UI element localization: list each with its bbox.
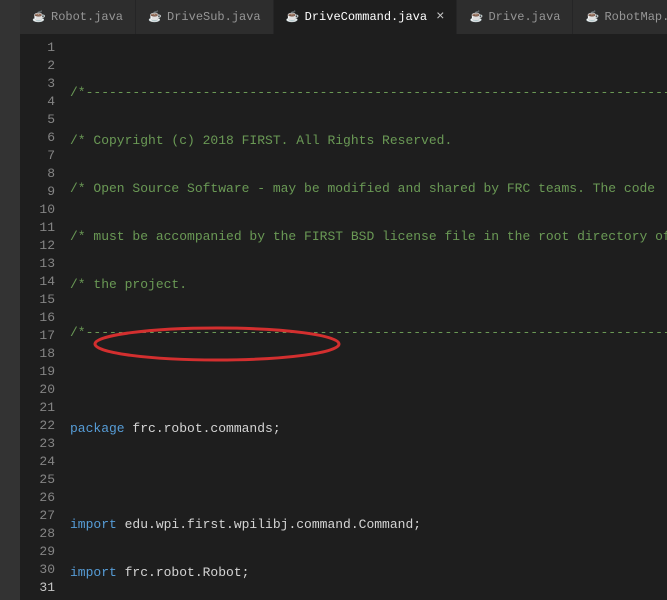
tab-drivesub[interactable]: ☕ DriveSub.java bbox=[136, 0, 274, 34]
tab-label: Drive.java bbox=[488, 10, 560, 24]
activity-bar[interactable] bbox=[0, 0, 20, 600]
line-gutter: 1 2 3 4 5 6 7 8 9 10 11 12 13 14 15 16 1… bbox=[20, 35, 70, 600]
tab-label: DriveSub.java bbox=[167, 10, 261, 24]
java-icon: ☕ bbox=[585, 10, 599, 24]
tab-label: Robot.java bbox=[51, 10, 123, 24]
close-icon[interactable]: × bbox=[436, 10, 444, 24]
comment: /* must be accompanied by the FIRST BSD … bbox=[70, 229, 667, 244]
tab-drive[interactable]: ☕ Drive.java bbox=[457, 0, 573, 34]
tab-robot[interactable]: ☕ Robot.java bbox=[20, 0, 136, 34]
tab-label: RobotMap.java bbox=[604, 10, 667, 24]
keyword: import bbox=[70, 517, 117, 532]
tabs-bar: ☕ Robot.java ☕ DriveSub.java ☕ DriveComm… bbox=[20, 0, 667, 35]
keyword: import bbox=[70, 565, 117, 580]
code-editor[interactable]: 1 2 3 4 5 6 7 8 9 10 11 12 13 14 15 16 1… bbox=[20, 35, 667, 600]
tab-robotmap[interactable]: ☕ RobotMap.java bbox=[573, 0, 667, 34]
code-content[interactable]: /*--------------------------------------… bbox=[70, 35, 667, 600]
comment: /* Copyright (c) 2018 FIRST. All Rights … bbox=[70, 133, 667, 148]
java-icon: ☕ bbox=[469, 10, 483, 24]
java-icon: ☕ bbox=[32, 10, 46, 24]
tab-drivecommand[interactable]: ☕ DriveCommand.java × bbox=[274, 0, 458, 34]
comment: /* the project. */ bbox=[70, 277, 667, 292]
tab-label: DriveCommand.java bbox=[305, 10, 427, 24]
comment: /*--------------------------------------… bbox=[70, 85, 667, 100]
keyword: package bbox=[70, 421, 125, 436]
comment: /* Open Source Software - may be modifie… bbox=[70, 181, 667, 196]
comment: /*--------------------------------------… bbox=[70, 325, 667, 340]
java-icon: ☕ bbox=[148, 10, 162, 24]
java-icon: ☕ bbox=[286, 10, 300, 24]
